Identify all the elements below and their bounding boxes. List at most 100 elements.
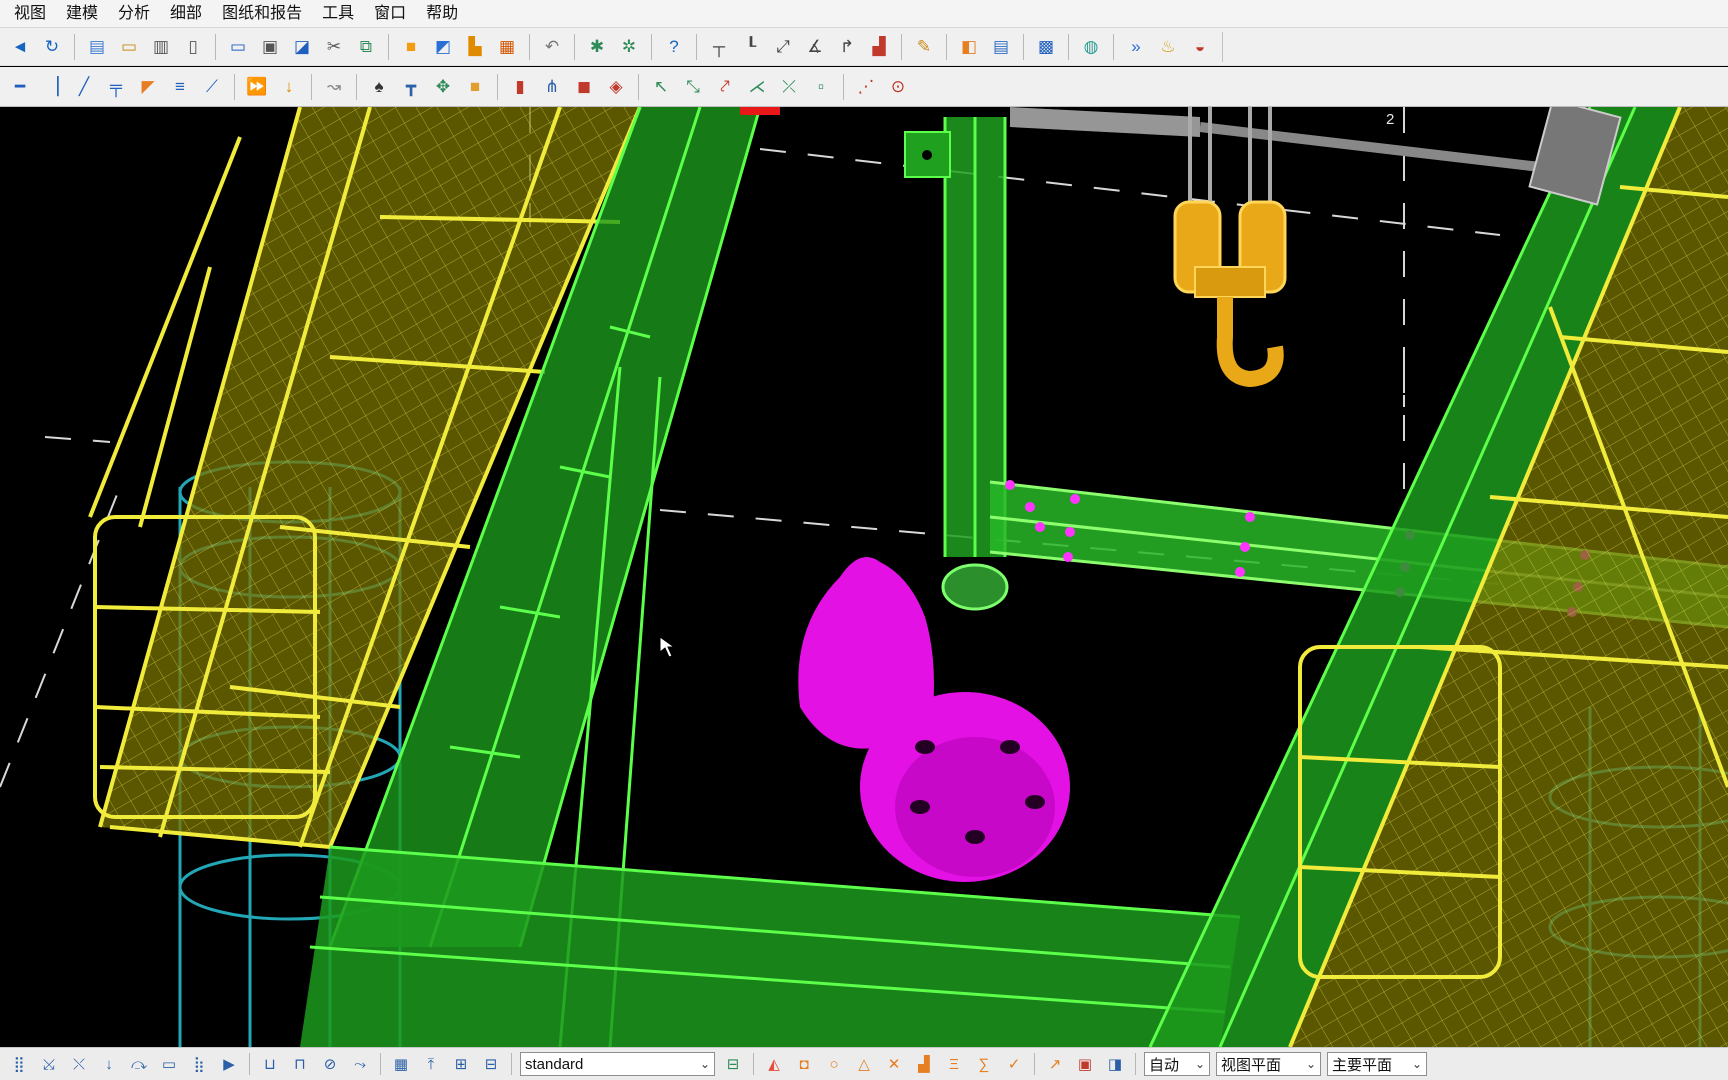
menu-item-4[interactable]: 图纸和报告 xyxy=(212,0,312,28)
snap-tool-1-icon[interactable]: ⤩ xyxy=(37,1052,61,1076)
toolbar1-tool-7-5-icon[interactable]: ▟ xyxy=(866,34,892,60)
toolbar2-tool-0-6-icon[interactable]: ⟋ xyxy=(199,74,225,100)
snap-tool-10-icon[interactable]: ⊘ xyxy=(318,1052,342,1076)
toolbar1-tool-1-2-icon[interactable]: ▥ xyxy=(148,34,174,60)
snap-mode-4-icon[interactable]: ✕ xyxy=(882,1052,906,1076)
toolbar2-tool-5-5-icon[interactable]: ▫ xyxy=(808,74,834,100)
snap-tool-6-icon[interactable]: ⣷ xyxy=(187,1052,211,1076)
toolbar1-tool-12-1-icon[interactable]: ♨ xyxy=(1155,34,1181,60)
toolbar1-tool-5-0-icon[interactable]: ✱ xyxy=(584,34,610,60)
snap-mode-1-icon[interactable]: ◘ xyxy=(792,1052,816,1076)
toolbar1-tool-2-2-icon[interactable]: ◪ xyxy=(289,34,315,60)
toolbar1-tool-2-0-icon[interactable]: ▭ xyxy=(225,34,251,60)
toolbar2-tool-6-0-icon[interactable]: ⋰ xyxy=(853,74,879,100)
toolbar1-tool-1-1-icon[interactable]: ▭ xyxy=(116,34,142,60)
toolbar1-tool-3-3-icon[interactable]: ▦ xyxy=(494,34,520,60)
toolbar1-tool-7-2-icon[interactable]: ⤢ xyxy=(770,34,796,60)
tool-extra-2-icon[interactable]: ◨ xyxy=(1103,1052,1127,1076)
toolbar1-tool-10-0-icon[interactable]: ▩ xyxy=(1033,34,1059,60)
toolbar2-tool-4-3-icon[interactable]: ◈ xyxy=(603,74,629,100)
toolbar2-tool-0-0-icon[interactable]: ━ xyxy=(7,74,33,100)
snap-tool-4-icon[interactable]: ⤼ xyxy=(127,1052,151,1076)
menu-item-6[interactable]: 窗口 xyxy=(364,0,416,28)
toolbar2-tool-5-4-icon[interactable]: ⤫ xyxy=(776,74,802,100)
toolbar1-tool-7-3-icon[interactable]: ∡ xyxy=(802,34,828,60)
toolbar2-tool-0-5-icon[interactable]: ≡ xyxy=(167,74,193,100)
snap-tool-0-icon[interactable]: ⣿ xyxy=(7,1052,31,1076)
toolbar2-tool-3-3-icon[interactable]: ■ xyxy=(462,74,488,100)
snap-tool-2-icon[interactable]: ⤬ xyxy=(67,1052,91,1076)
snap-mode-5-icon[interactable]: ▟ xyxy=(912,1052,936,1076)
toolbar1-tool-9-1-icon[interactable]: ▤ xyxy=(988,34,1014,60)
toolbar2-tool-2-0-icon[interactable]: ↝ xyxy=(321,74,347,100)
snap-depth-select[interactable]: 自动 ⌄ xyxy=(1144,1052,1210,1076)
toolbar1-tool-0-0-icon[interactable]: ◄ xyxy=(7,34,33,60)
toolbar1-tool-8-0-icon[interactable]: ✎ xyxy=(911,34,937,60)
toolbar2-tool-4-1-icon[interactable]: ⋔ xyxy=(539,74,565,100)
toolbar1-tool-2-1-icon[interactable]: ▣ xyxy=(257,34,283,60)
toolbar2-tool-0-4-icon[interactable]: ◤ xyxy=(135,74,161,100)
toolbar1-tool-7-4-icon[interactable]: ↱ xyxy=(834,34,860,60)
view-plane-select[interactable]: 视图平面 ⌄ xyxy=(1216,1052,1321,1076)
toolbar2-tool-6-1-icon[interactable]: ⊙ xyxy=(885,74,911,100)
menu-item-0[interactable]: 视图 xyxy=(4,0,56,28)
3d-model-view[interactable] xyxy=(0,107,1728,1047)
toolbar2-tool-5-2-icon[interactable]: ⤤ xyxy=(712,74,738,100)
snap-tool-3-icon[interactable]: ↓ xyxy=(97,1052,121,1076)
toolbar1-tool-4-0-icon[interactable]: ↶ xyxy=(539,34,565,60)
snap-tool-12-icon[interactable]: ▦ xyxy=(389,1052,413,1076)
menu-item-7[interactable]: 帮助 xyxy=(416,0,468,28)
toolbar1-tool-1-3-icon[interactable]: ▯ xyxy=(180,34,206,60)
snap-tool-13-icon[interactable]: ⤒ xyxy=(419,1052,443,1076)
toolbar2-tool-4-0-icon[interactable]: ▮ xyxy=(507,74,533,100)
toolbar2-tool-5-3-icon[interactable]: ⋌ xyxy=(744,74,770,100)
menu-item-5[interactable]: 工具 xyxy=(312,0,364,28)
toolbar2-tool-1-1-icon[interactable]: ↓ xyxy=(276,74,302,100)
snap-tool-7-icon[interactable]: ▶ xyxy=(217,1052,241,1076)
snap-tool-11-icon[interactable]: ⤳ xyxy=(348,1052,372,1076)
toolbar1-tool-7-1-icon[interactable]: ┖ xyxy=(738,34,764,60)
toolbar2-tool-3-2-icon[interactable]: ✥ xyxy=(430,74,456,100)
toolbar1-tool-7-0-icon[interactable]: ┬ xyxy=(706,34,732,60)
toolbar2-tool-0-2-icon[interactable]: ╱ xyxy=(71,74,97,100)
toolbar2-tool-0-1-icon[interactable]: ▕ xyxy=(39,74,65,100)
toolbar1-tool-3-1-icon[interactable]: ◩ xyxy=(430,34,456,60)
snap-tool-8-icon[interactable]: ⊔ xyxy=(258,1052,282,1076)
tool-extra-0-icon[interactable]: ↗ xyxy=(1043,1052,1067,1076)
snap-tool-5-icon[interactable]: ▭ xyxy=(157,1052,181,1076)
toolbar2-tool-4-2-icon[interactable]: ◼ xyxy=(571,74,597,100)
toolbar2-tool-1-0-icon[interactable]: ⏩ xyxy=(244,74,270,100)
toolbar1-tool-9-0-icon[interactable]: ◧ xyxy=(956,34,982,60)
toolbar1-tool-2-4-icon[interactable]: ⧉ xyxy=(353,34,379,60)
toolbar2-tool-3-0-icon[interactable]: ♠ xyxy=(366,74,392,100)
toolbar1-tool-3-2-icon[interactable]: ▙ xyxy=(462,34,488,60)
toolbar1-tool-2-3-icon[interactable]: ✂ xyxy=(321,34,347,60)
refresh-icon[interactable]: ⊟ xyxy=(721,1052,745,1076)
menu-item-1[interactable]: 建模 xyxy=(56,0,108,28)
menu-item-2[interactable]: 分析 xyxy=(108,0,160,28)
toolbar1-tool-11-0-icon[interactable]: ◍ xyxy=(1078,34,1104,60)
model-viewport[interactable]: 2 xyxy=(0,107,1728,1047)
snap-mode-0-icon[interactable]: ◭ xyxy=(762,1052,786,1076)
snap-tool-14-icon[interactable]: ⊞ xyxy=(449,1052,473,1076)
profile-select[interactable]: standard ⌄ xyxy=(520,1052,715,1076)
toolbar1-tool-5-1-icon[interactable]: ✲ xyxy=(616,34,642,60)
snap-mode-2-icon[interactable]: ○ xyxy=(822,1052,846,1076)
toolbar2-tool-0-3-icon[interactable]: ╤ xyxy=(103,74,129,100)
toolbar1-tool-0-1-icon[interactable]: ↻ xyxy=(39,34,65,60)
toolbar2-tool-5-1-icon[interactable]: ⤡ xyxy=(680,74,706,100)
snap-tool-15-icon[interactable]: ⊟ xyxy=(479,1052,503,1076)
snap-mode-6-icon[interactable]: Ξ xyxy=(942,1052,966,1076)
toolbar1-tool-12-2-icon[interactable]: ◒ xyxy=(1187,34,1213,60)
toolbar1-tool-3-0-icon[interactable]: ■ xyxy=(398,34,424,60)
toolbar2-tool-3-1-icon[interactable]: ┳ xyxy=(398,74,424,100)
toolbar2-tool-5-0-icon[interactable]: ↖ xyxy=(648,74,674,100)
toolbar1-tool-12-0-icon[interactable]: » xyxy=(1123,34,1149,60)
snap-mode-3-icon[interactable]: △ xyxy=(852,1052,876,1076)
snap-mode-8-icon[interactable]: ✓ xyxy=(1002,1052,1026,1076)
snap-mode-7-icon[interactable]: ∑ xyxy=(972,1052,996,1076)
toolbar1-tool-6-0-icon[interactable]: ? xyxy=(661,34,687,60)
snap-tool-9-icon[interactable]: ⊓ xyxy=(288,1052,312,1076)
tool-extra-1-icon[interactable]: ▣ xyxy=(1073,1052,1097,1076)
menu-item-3[interactable]: 细部 xyxy=(160,0,212,28)
